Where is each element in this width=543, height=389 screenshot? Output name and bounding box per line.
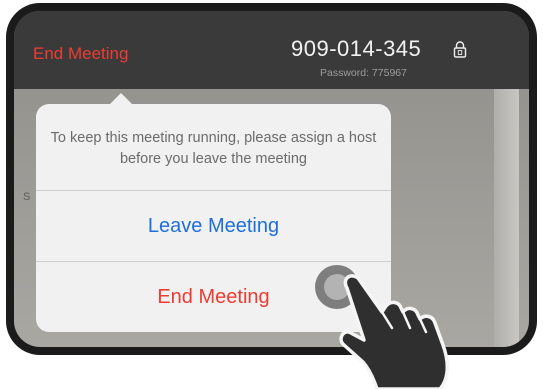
leave-meeting-button[interactable]: Leave Meeting	[36, 191, 391, 261]
end-meeting-header-button[interactable]: End Meeting	[33, 44, 128, 64]
background-pillar	[494, 89, 519, 347]
meeting-id: 909-014-345	[291, 36, 422, 61]
meeting-password: Password: 775967	[320, 67, 407, 79]
meeting-top-bar: End Meeting 909-014-345 Password: 775967	[14, 11, 529, 89]
pointing-hand-icon	[339, 274, 449, 389]
background-label: S	[23, 191, 31, 203]
lock-icon	[453, 41, 467, 58]
popover-message: To keep this meeting running, please ass…	[50, 130, 377, 167]
